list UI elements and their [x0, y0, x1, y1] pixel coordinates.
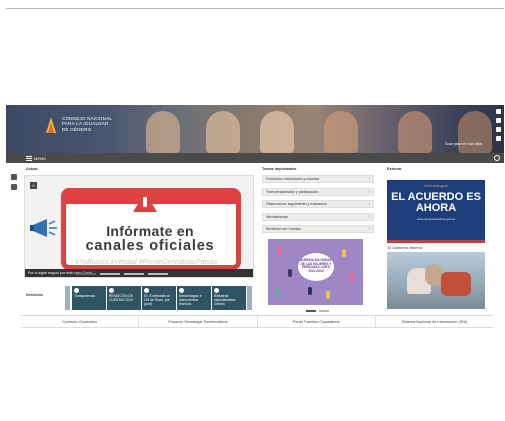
banner-photo-person: [458, 111, 492, 153]
temas-list: Formación, información y estudios Transv…: [262, 175, 374, 238]
service-tile[interactable]: Metodologías e Instrumentos técnicos: [177, 286, 211, 310]
site-logo[interactable]: Consejo Nacional para la Igualdad de Gén…: [44, 115, 124, 145]
poster-figure: [350, 273, 354, 281]
poster-figure: [342, 249, 346, 257]
slider-dot[interactable]: [148, 273, 168, 275]
agenda-poster[interactable]: AGENDA NACIONAL DE LAS MUJERES Y PERSONA…: [268, 239, 363, 305]
footer-link-sni[interactable]: Sistema Nacional de Información (SNI): [376, 316, 493, 327]
flickr-icon[interactable]: [496, 136, 501, 141]
logo-text: Consejo Nacional para la Igualdad de Gén…: [62, 116, 113, 132]
services-next-arrow[interactable]: [247, 286, 252, 310]
poster-figure: [308, 287, 312, 295]
external-title: Externa: [387, 167, 401, 171]
document-icon: [109, 288, 114, 293]
banner-photo-person: [206, 111, 240, 153]
accessibility-tools: [11, 174, 17, 190]
services-carousel: Transparencia RENDICIÓN DE CUENTAS 2019 …: [72, 286, 246, 310]
service-tile[interactable]: Biblioteca especializadas Género: [212, 286, 246, 310]
service-tile[interactable]: Transparencia: [72, 286, 106, 310]
header-banner: Consejo Nacional para la Igualdad de Gén…: [6, 105, 504, 153]
services-title: Servicios: [26, 293, 43, 297]
youtube-icon[interactable]: [496, 127, 501, 132]
gov-informs-photo[interactable]: [387, 252, 485, 309]
acuerdo-small-text: No te arriesgues: [424, 184, 448, 188]
accessibility-icon[interactable]: [11, 174, 17, 180]
footer-link-proyectos[interactable]: Proyecto Semanajar Emblemáticos: [139, 316, 258, 327]
service-tile[interactable]: RENDICIÓN DE CUENTAS 2019: [107, 286, 141, 310]
gov-informs-title: Tu Gobierno informa: [387, 246, 422, 250]
megaphone-icon: [30, 219, 57, 237]
search-icon[interactable]: [494, 155, 500, 161]
poster-figure: [276, 289, 280, 297]
tema-item[interactable]: Formación, información y estudios: [262, 175, 374, 183]
eye-icon: [74, 288, 79, 293]
tema-item[interactable]: Observancia, seguimiento y evaluación: [262, 200, 374, 208]
news-slider[interactable]: Infórmate en canales oficiales #YoBuscoL…: [24, 175, 254, 278]
menu-label: MENÚ: [34, 155, 46, 161]
acuerdo-headline: EL ACUERDO ES AHORA: [391, 191, 481, 214]
slide-headline-line2: canales oficiales: [85, 238, 215, 254]
banner-photo-person: [324, 111, 358, 153]
slider-dot[interactable]: [124, 273, 144, 275]
footer-links: Contacto Ciudadano Proyecto Semanajar Em…: [21, 315, 493, 328]
services-prev-arrow[interactable]: [65, 286, 70, 310]
slider-dot[interactable]: [100, 273, 120, 275]
warning-mark: [143, 197, 147, 207]
book-icon: [214, 288, 219, 293]
pause-button[interactable]: II: [30, 182, 37, 189]
banner-photo-person: [260, 111, 294, 153]
tema-item[interactable]: Rendición de Cuentas: [262, 225, 374, 233]
slide-hashtags: #YoBuscoLaVerdad #FrenteDeNoticiasFalsas: [75, 259, 218, 266]
footer-link-contacto[interactable]: Contacto Ciudadano: [21, 316, 140, 327]
poster-pagination: [306, 310, 329, 312]
social-links: [496, 109, 501, 141]
people-icon: [144, 288, 149, 293]
banner-caption: Tocar para ver más fotos: [444, 142, 482, 146]
footer-link-tramites[interactable]: Portal Trámites Ciudadanos: [258, 316, 376, 327]
banner-photo-person: [146, 111, 180, 153]
acuerdo-url: www.elacuerdoesahora.gob.ec: [416, 217, 456, 221]
poster-figure: [326, 291, 330, 299]
contrast-icon[interactable]: [11, 184, 17, 190]
menu-button[interactable]: MENÚ: [26, 155, 46, 161]
poster-text: AGENDA NACIONAL DE LAS MUJERES Y PERSONA…: [300, 258, 332, 273]
poster-dot[interactable]: [306, 310, 316, 312]
poster-figure: [288, 269, 292, 277]
slider-dot[interactable]: [76, 273, 96, 275]
poster-dot[interactable]: [319, 310, 329, 312]
poster-figure: [278, 247, 282, 255]
facebook-icon[interactable]: [496, 118, 501, 123]
twitter-icon[interactable]: [496, 109, 501, 114]
top-divider: [6, 8, 504, 9]
main-navbar: MENÚ: [6, 153, 504, 163]
slide-headline-line1: Infórmate en: [106, 223, 194, 239]
tema-item[interactable]: Normatización: [262, 212, 374, 221]
tema-item[interactable]: Transversalización y participación: [262, 187, 374, 196]
temas-title: Temas importantes: [262, 167, 297, 171]
website: Consejo Nacional para la Igualdad de Gén…: [6, 105, 504, 332]
banner-photo-person: [398, 111, 432, 153]
gear-icon: [179, 288, 184, 293]
photo-person: [441, 272, 471, 296]
logo-mark-icon: [46, 117, 56, 133]
acuerdo-banner[interactable]: No te arriesgues EL ACUERDO ES AHORA www…: [387, 180, 485, 243]
news-section-title: Actual: [26, 167, 38, 171]
acuerdo-bar: [387, 240, 485, 243]
slider-pagination: [76, 273, 168, 275]
hamburger-icon: [26, 155, 32, 161]
service-tile[interactable]: Ex. Entrevistas al CM de Rocio, por (par…: [142, 286, 176, 310]
